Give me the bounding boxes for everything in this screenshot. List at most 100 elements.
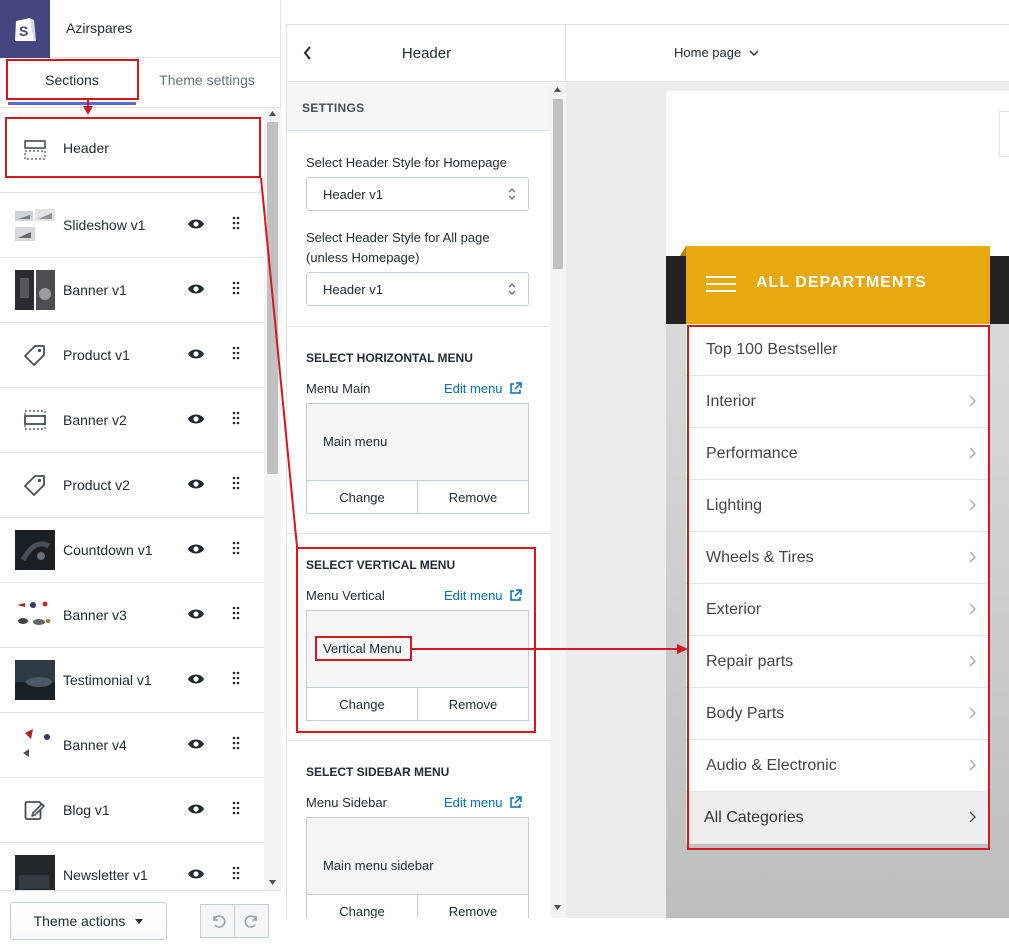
page-selector[interactable]: Home page	[674, 45, 759, 60]
section-settings-panel: Header SETTINGS Select Header Style for …	[286, 25, 566, 918]
theme-actions-button[interactable]: Theme actions	[10, 902, 167, 940]
caret-down-icon	[135, 918, 144, 924]
drag-handle-icon[interactable]	[232, 671, 240, 688]
visibility-eye-icon[interactable]	[187, 217, 205, 234]
menu-item[interactable]: Wheels & Tires	[686, 532, 990, 584]
sidebar-remove-button[interactable]: Remove	[417, 895, 528, 918]
section-item-testimonial-v1[interactable]: Testimonial v1	[0, 648, 264, 713]
visibility-eye-icon[interactable]	[187, 282, 205, 299]
menu-item-label: Interior	[706, 392, 756, 410]
vertical-menu-label: Menu Vertical	[306, 588, 385, 603]
horizontal-menu-label: Menu Main	[306, 381, 371, 396]
menu-item[interactable]: Audio & Electronic	[686, 740, 990, 792]
storefront-preview: ALL DEPARTMENTS Top 100 Bestseller Inter…	[566, 82, 1009, 918]
menu-item[interactable]: Repair parts	[686, 636, 990, 688]
scrollbar-thumb[interactable]	[267, 122, 278, 474]
settings-scrollbar[interactable]	[550, 83, 566, 918]
vertical-change-button[interactable]: Change	[307, 688, 417, 720]
scroll-up-arrow-icon[interactable]	[554, 87, 561, 92]
chevron-right-icon	[969, 551, 976, 563]
sidebar-menu-label: Menu Sidebar	[306, 795, 387, 810]
select-arrows-icon	[508, 283, 516, 295]
menu-item[interactable]: Top 100 Bestseller	[686, 324, 990, 376]
section-item-banner-v2[interactable]: Banner v2	[0, 388, 264, 453]
vertical-menu-list: Top 100 Bestseller Interior Performance …	[686, 324, 990, 844]
vertical-edit-menu-link[interactable]: Edit menu	[444, 588, 522, 603]
tab-sections[interactable]: Sections	[8, 72, 136, 88]
sections-scrollbar[interactable]	[264, 108, 281, 890]
horizontal-edit-menu-link[interactable]: Edit menu	[444, 381, 522, 396]
drag-handle-icon[interactable]	[232, 281, 240, 298]
undo-button[interactable]	[200, 904, 235, 938]
scroll-down-arrow-icon[interactable]	[269, 880, 276, 885]
section-item-newsletter-v1[interactable]: Newsletter v1	[0, 843, 264, 890]
chevron-down-icon	[749, 50, 759, 56]
sidebar-change-button[interactable]: Change	[307, 895, 417, 919]
external-link-icon	[509, 589, 522, 601]
menu-item[interactable]: Body Parts	[686, 688, 990, 740]
homepage-style-select[interactable]: Header v1	[306, 177, 529, 211]
menu-item[interactable]: Lighting	[686, 480, 990, 532]
drag-handle-icon[interactable]	[232, 346, 240, 363]
section-item-banner-v3[interactable]: Banner v3	[0, 583, 264, 648]
scroll-down-arrow-icon[interactable]	[554, 905, 561, 910]
visibility-eye-icon[interactable]	[187, 672, 205, 689]
visibility-eye-icon[interactable]	[187, 542, 205, 559]
tab-theme-settings[interactable]: Theme settings	[142, 72, 272, 88]
section-item-header[interactable]: Header	[0, 108, 264, 193]
menu-item-label: Audio & Electronic	[706, 756, 837, 774]
visibility-eye-icon[interactable]	[187, 347, 205, 364]
drag-handle-icon[interactable]	[232, 541, 240, 558]
testimonial-thumbnail	[15, 660, 55, 700]
menu-item[interactable]: Interior	[686, 376, 990, 428]
menu-item-label: Top 100 Bestseller	[706, 340, 838, 358]
visibility-eye-icon[interactable]	[187, 802, 205, 819]
section-item-banner-v4[interactable]: Banner v4	[0, 713, 264, 778]
settings-title: Header	[401, 45, 452, 62]
section-item-countdown-v1[interactable]: Countdown v1	[0, 518, 264, 583]
drag-handle-icon[interactable]	[232, 476, 240, 493]
chevron-right-icon	[969, 603, 976, 615]
drag-handle-icon[interactable]	[232, 736, 240, 753]
drag-handle-icon[interactable]	[232, 801, 240, 818]
vertical-remove-button[interactable]: Remove	[417, 688, 528, 720]
menu-item-label: Exterior	[706, 600, 762, 618]
visibility-eye-icon[interactable]	[187, 607, 205, 624]
menu-item-label: Performance	[706, 444, 798, 462]
section-item-slideshow-v1[interactable]: Slideshow v1	[0, 193, 264, 258]
section-item-product-v1[interactable]: Product v1	[0, 323, 264, 388]
sidebar-footer: Theme actions	[0, 890, 281, 947]
horizontal-change-button[interactable]: Change	[307, 481, 417, 513]
chevron-right-icon	[969, 395, 976, 407]
menu-item-all-categories[interactable]: All Categories	[686, 792, 990, 844]
all-departments-toggle[interactable]: ALL DEPARTMENTS	[680, 246, 990, 324]
section-name: Banner v2	[63, 412, 127, 428]
store-name: Azirspares	[66, 20, 133, 36]
menu-item[interactable]: Performance	[686, 428, 990, 480]
section-item-blog-v1[interactable]: Blog v1	[0, 778, 264, 843]
scroll-up-arrow-icon[interactable]	[269, 111, 276, 116]
newsletter-thumbnail	[15, 855, 55, 890]
visibility-eye-icon[interactable]	[187, 867, 205, 884]
scrollbar-thumb[interactable]	[553, 99, 563, 269]
horizontal-remove-button[interactable]: Remove	[417, 481, 528, 513]
visibility-eye-icon[interactable]	[187, 737, 205, 754]
redo-button[interactable]	[234, 904, 269, 938]
drag-handle-icon[interactable]	[232, 606, 240, 623]
allpage-style-select[interactable]: Header v1	[306, 272, 529, 306]
menu-item[interactable]: Exterior	[686, 584, 990, 636]
section-name: Slideshow v1	[63, 217, 146, 233]
section-name: Banner v3	[63, 607, 127, 623]
visibility-eye-icon[interactable]	[187, 412, 205, 429]
section-item-banner-v1[interactable]: Banner v1	[0, 258, 264, 323]
sidebar-edit-menu-link[interactable]: Edit menu	[444, 795, 522, 810]
drag-handle-icon[interactable]	[232, 411, 240, 428]
visibility-eye-icon[interactable]	[187, 477, 205, 494]
drag-handle-icon[interactable]	[232, 866, 240, 883]
menu-item-label: Wheels & Tires	[706, 548, 814, 566]
drag-handle-icon[interactable]	[232, 216, 240, 233]
edit-menu-label: Edit menu	[444, 795, 503, 810]
shopify-logo-icon[interactable]: S	[0, 0, 50, 58]
section-item-product-v2[interactable]: Product v2	[0, 453, 264, 518]
header-search-box[interactable]	[999, 111, 1009, 157]
